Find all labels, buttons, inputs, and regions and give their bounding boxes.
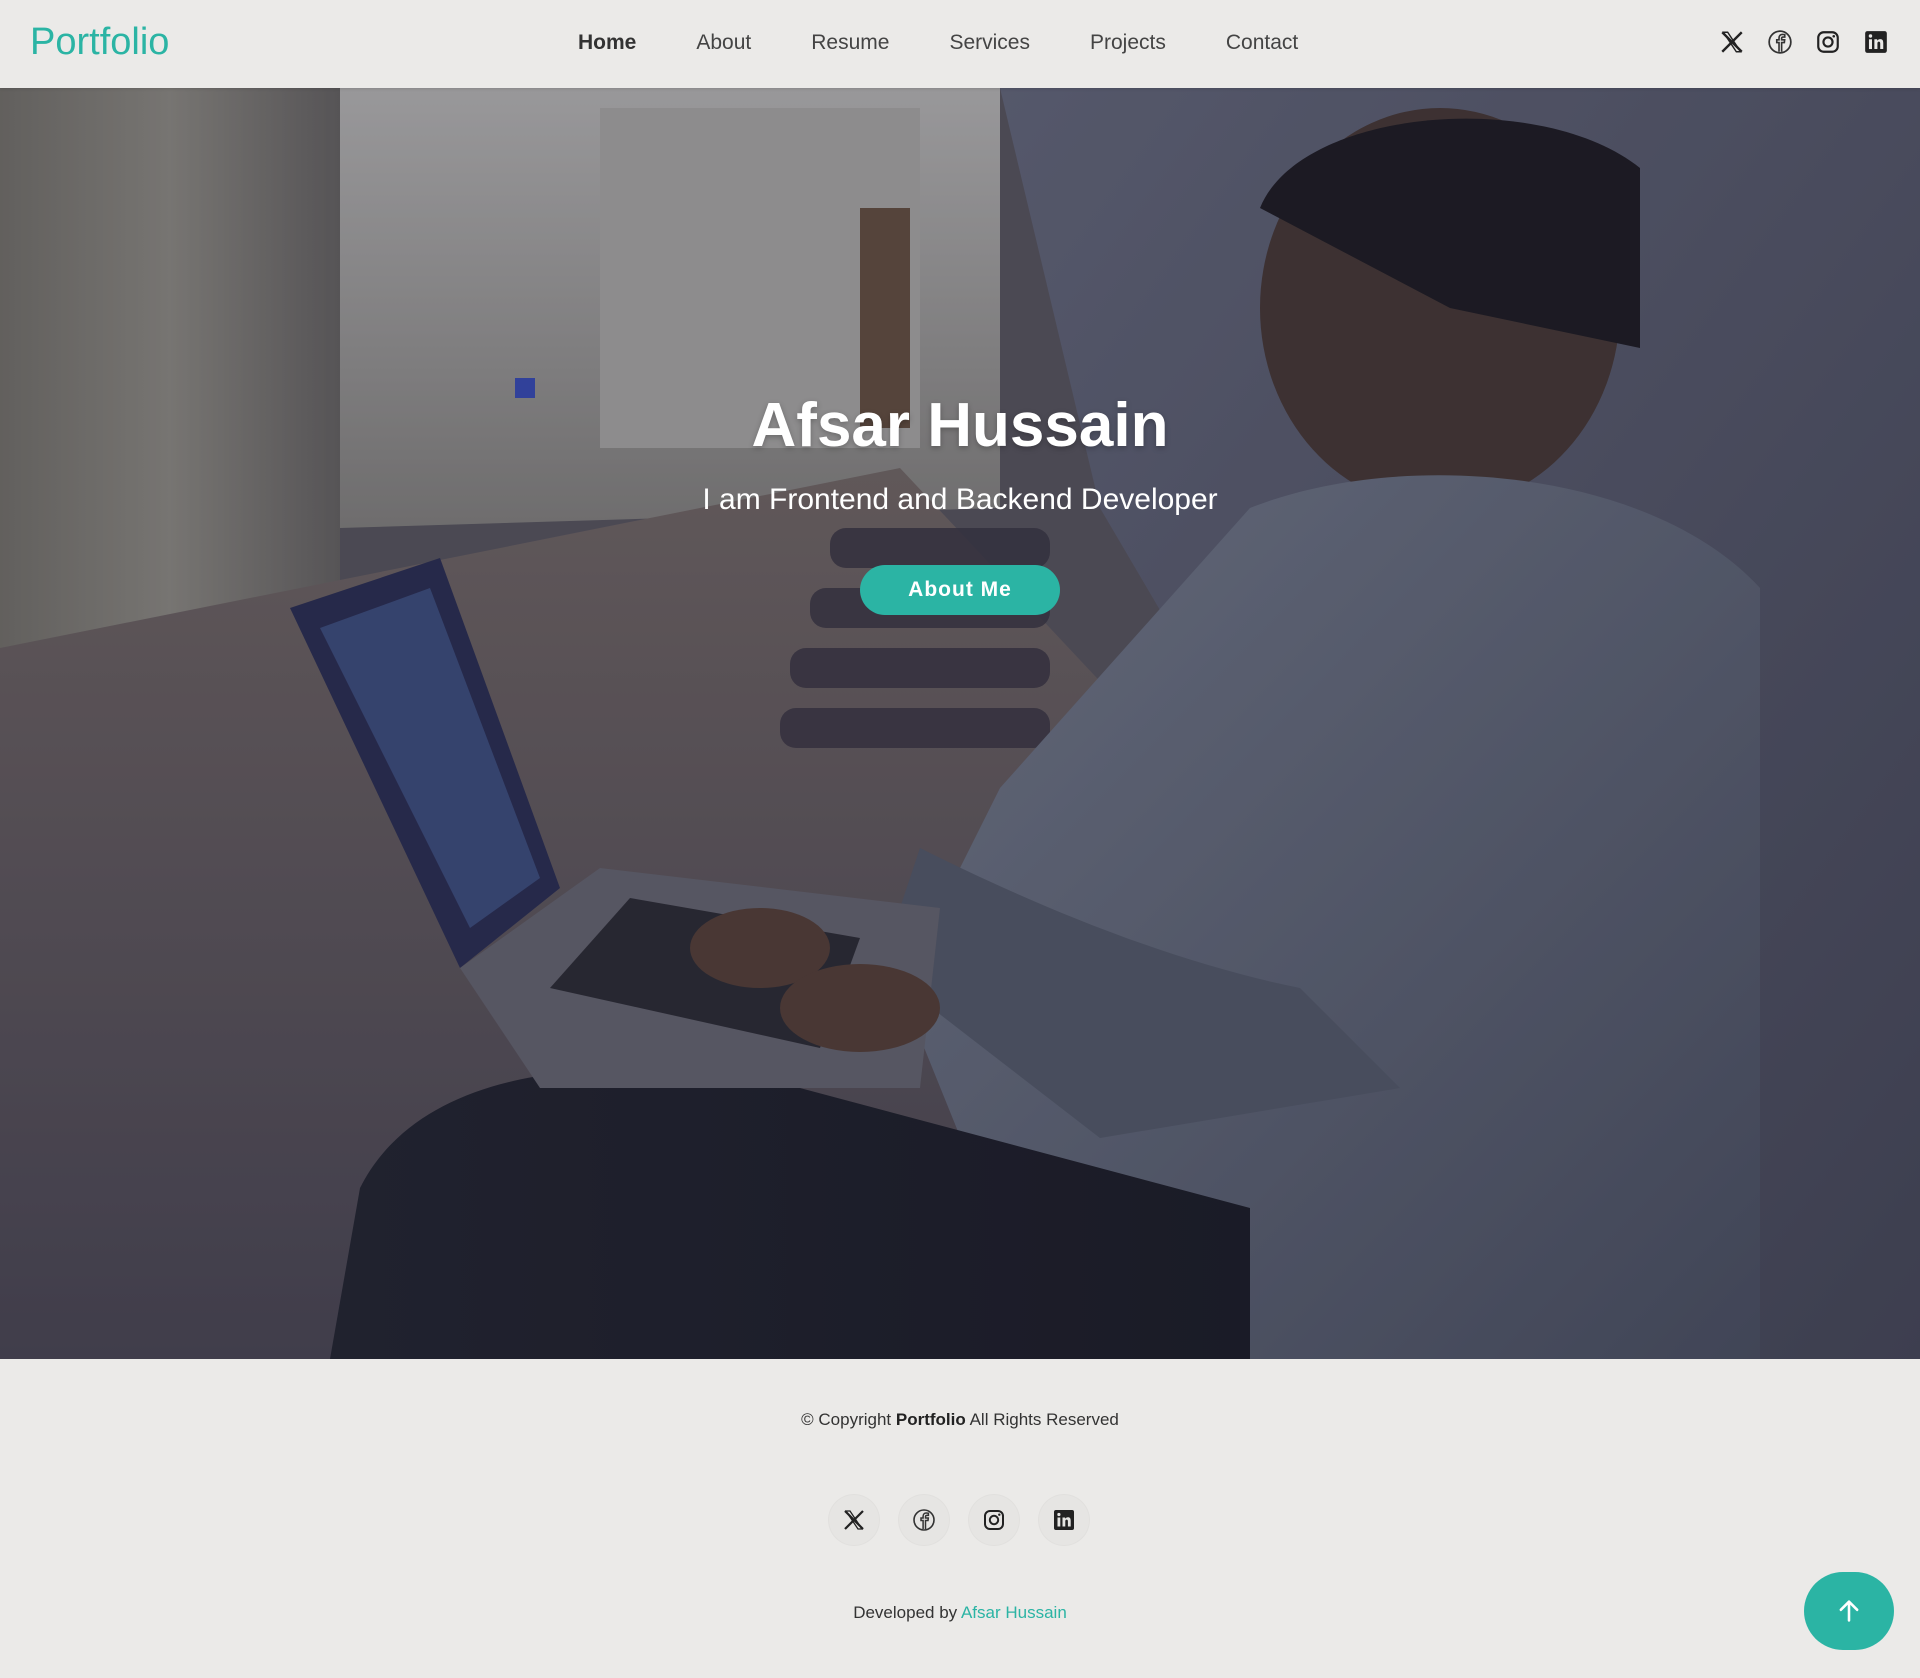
linkedin-icon[interactable] (1039, 1495, 1089, 1545)
copyright-brand: Portfolio (895, 1410, 966, 1429)
hero-title: Afsar Hussain (751, 391, 1169, 460)
instagram-icon[interactable] (969, 1495, 1019, 1545)
nav-projects[interactable]: Projects (1090, 28, 1166, 58)
nav-home[interactable]: Home (578, 28, 636, 58)
x-icon[interactable] (1718, 28, 1746, 56)
scroll-to-top-button[interactable] (1804, 1572, 1894, 1650)
nav-services[interactable]: Services (949, 28, 1030, 58)
developed-by-prefix: Developed by (853, 1603, 958, 1622)
copyright-prefix: © Copyright (801, 1410, 892, 1429)
facebook-icon[interactable] (1766, 28, 1794, 56)
x-icon[interactable] (829, 1495, 879, 1545)
header-social-links (1718, 28, 1890, 56)
developer-link[interactable]: Afsar Hussain (961, 1603, 1067, 1622)
instagram-icon[interactable] (1814, 28, 1842, 56)
copyright-suffix: All Rights Reserved (969, 1410, 1119, 1429)
site-header: Portfolio Home About Resume Services Pro… (0, 0, 1920, 88)
nav-resume[interactable]: Resume (811, 28, 889, 58)
hero-subtitle: I am Frontend and Backend Developer (702, 483, 1218, 516)
arrow-up-icon (1839, 1600, 1859, 1622)
nav-contact[interactable]: Contact (1226, 28, 1298, 58)
footer-social-links (829, 1495, 1089, 1545)
about-me-button[interactable]: About Me (860, 565, 1060, 615)
footer-copyright: © Copyright Portfolio All Rights Reserve… (0, 1410, 1920, 1430)
logo[interactable]: Portfolio (30, 18, 169, 66)
footer-developed-by: Developed by Afsar Hussain (0, 1603, 1920, 1623)
linkedin-icon[interactable] (1862, 28, 1890, 56)
nav-about[interactable]: About (696, 28, 751, 58)
hero-section: Afsar Hussain I am Frontend and Backend … (0, 88, 1920, 1359)
hero-overlay (0, 88, 1920, 1359)
main-nav: Home About Resume Services Projects Cont… (578, 28, 1358, 58)
facebook-icon[interactable] (899, 1495, 949, 1545)
